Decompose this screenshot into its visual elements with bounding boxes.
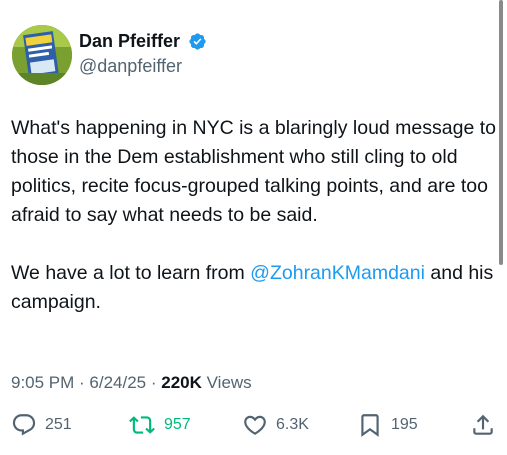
heart-icon [244, 415, 266, 435]
author-handle[interactable]: @danpfeiffer [79, 55, 182, 77]
avatar-image [12, 25, 72, 85]
share-icon [473, 414, 493, 435]
bookmark-count: 195 [391, 416, 418, 433]
like-button[interactable]: 6.3K [242, 408, 309, 442]
tweet-text-before-mention: We have a lot to learn from [11, 262, 251, 284]
verified-badge-icon [189, 33, 206, 50]
views-label: Views [201, 373, 252, 392]
bookmark-button[interactable]: 195 [357, 408, 418, 442]
meta-separator: · [146, 373, 162, 392]
tweet-date[interactable]: 6/24/25 [89, 373, 146, 392]
scrollbar[interactable] [499, 0, 503, 265]
tweet-paragraph-2: We have a lot to learn from @ZohranKMamd… [11, 259, 497, 317]
reply-button[interactable]: 251 [11, 408, 72, 442]
tweet-paragraph-1: What's happening in NYC is a blaringly l… [11, 117, 496, 226]
reply-icon [12, 414, 36, 436]
author-name[interactable]: Dan Pfeiffer [79, 30, 180, 52]
retweet-icon [129, 416, 155, 434]
like-count: 6.3K [276, 416, 309, 433]
meta-separator: · [74, 373, 90, 392]
retweet-button[interactable]: 957 [128, 408, 191, 442]
share-button[interactable] [470, 408, 496, 442]
tweet-meta: 9:05 PM · 6/24/25 · 220K Views [11, 372, 252, 394]
tweet-body: What's happening in NYC is a blaringly l… [11, 114, 497, 317]
action-bar: 251 957 6.3K 195 [0, 408, 507, 442]
views-count: 220K [161, 373, 202, 392]
mention-link[interactable]: @ZohranKMamdani [250, 262, 425, 284]
bookmark-icon [361, 414, 379, 437]
retweet-count: 957 [164, 416, 191, 433]
avatar[interactable] [12, 25, 72, 85]
reply-count: 251 [45, 416, 72, 433]
tweet-time[interactable]: 9:05 PM [11, 373, 74, 392]
